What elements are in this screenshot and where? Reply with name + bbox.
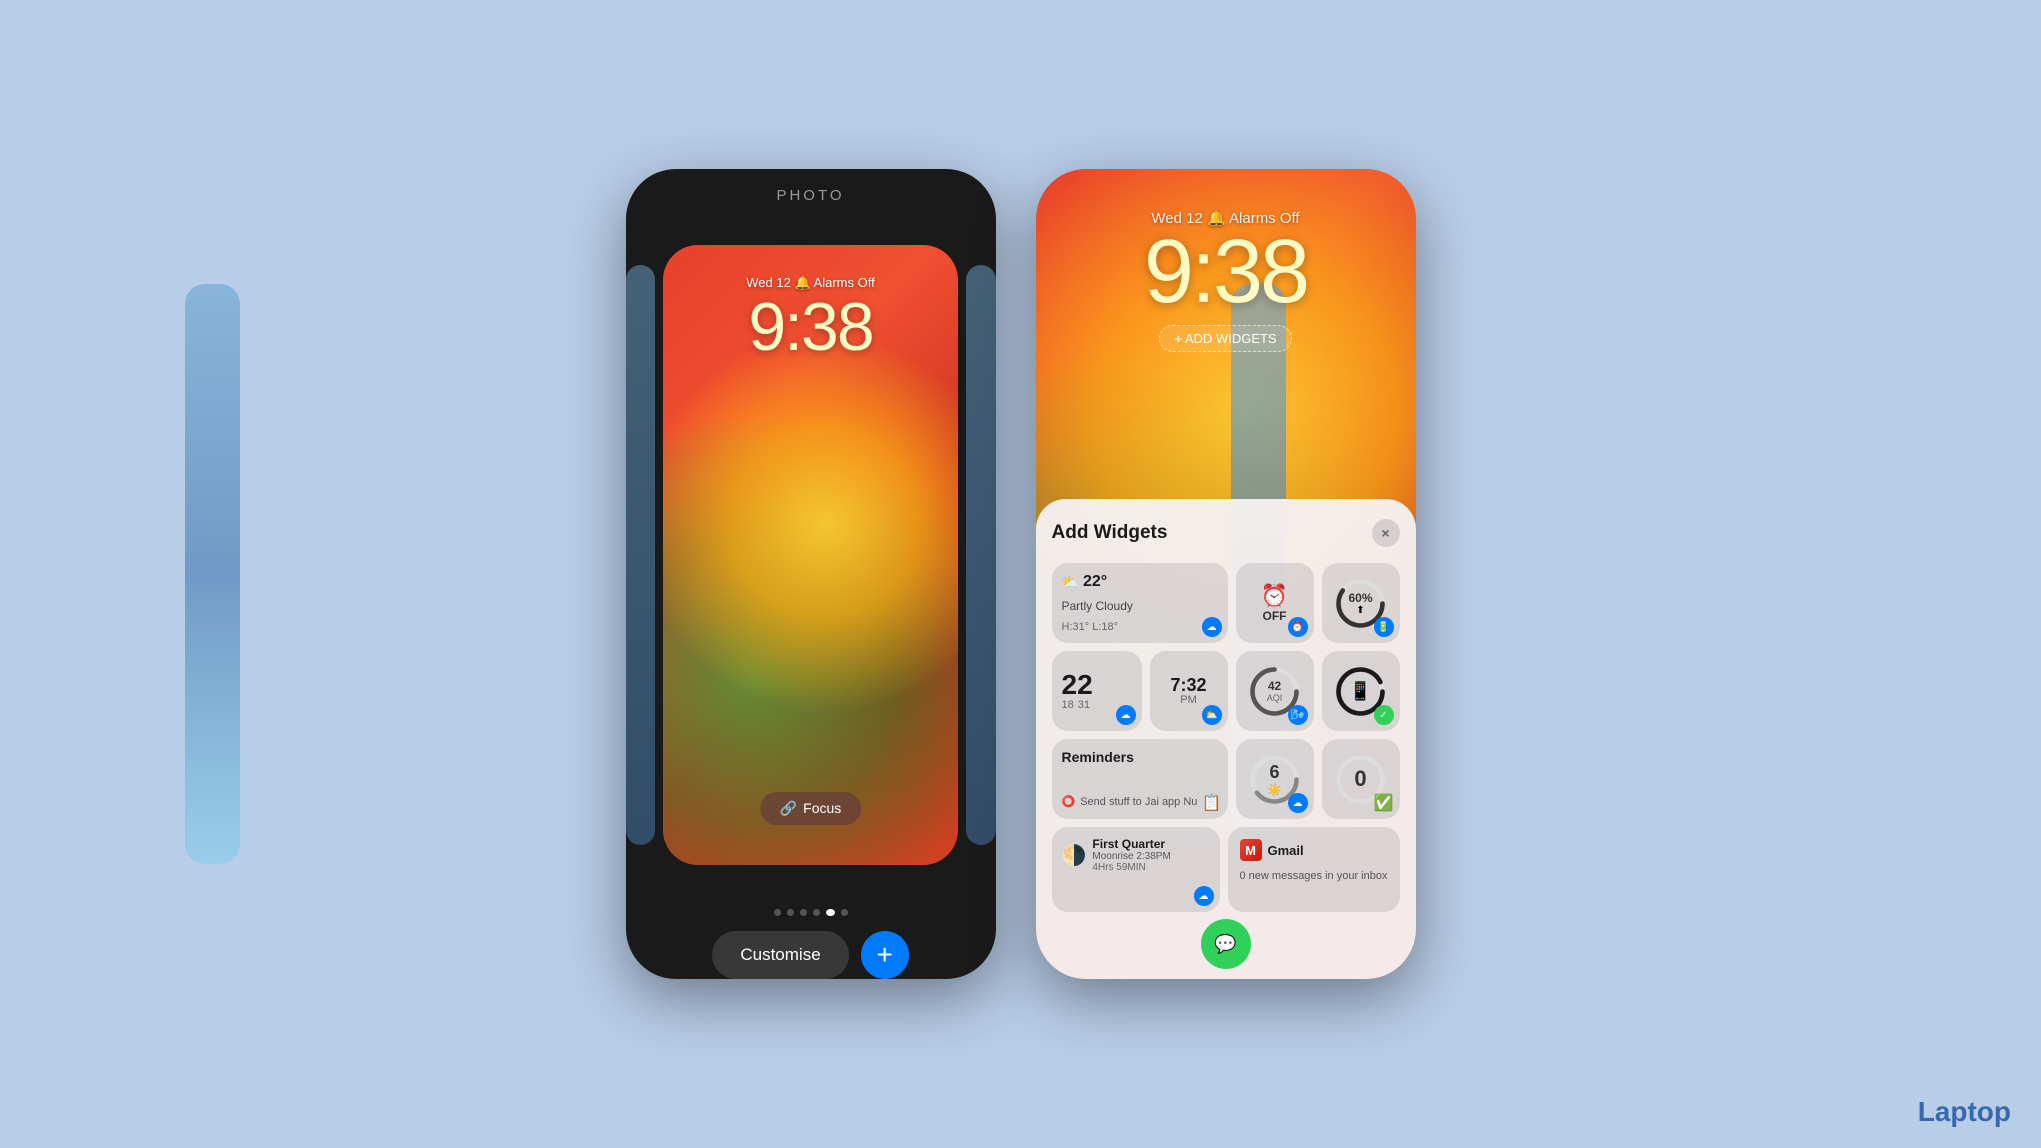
widget-panel-title: Add Widgets [1052,522,1168,544]
focus-icon: 🔗 [780,800,797,817]
bottom-bar: Customise + [712,931,908,979]
time-value: 7:32 [1170,676,1206,694]
widget-row-2: 22 18 31 ☁ 7:32 PM ⛅ [1052,651,1400,731]
weather-condition: Partly Cloudy [1062,599,1218,613]
reminder-text: Send stuff to Jai app Nu [1080,795,1197,809]
page-dots [774,909,848,916]
prev-phone-peek [626,265,656,845]
alarm-widget[interactable]: ⏰ OFF ⏰ [1236,563,1314,643]
sun-value-container: 6 ☀️ [1267,762,1282,797]
aqi-badge: 🌬 [1288,705,1308,725]
weather-badge: ☁ [1202,617,1222,637]
add-widgets-btn[interactable]: + ADD WIDGETS [1159,325,1291,352]
battery-widget[interactable]: 60% ⬆ 🔋 [1322,563,1400,643]
widget-row-4: 🌗 First Quarter Moonrise 2:38PM 4Hrs 59M… [1052,827,1400,912]
bottom-green-button[interactable]: 💬 [1201,919,1251,969]
battery-percent: 60% [1348,591,1372,605]
alarm-badge: ⏰ [1288,617,1308,637]
right-lock-content: Wed 12 🔔 Alarms Off 9:38 + ADD WIDGETS [1036,169,1416,352]
moon-rise: Moonrise 2:38PM [1092,851,1170,862]
bottom-button-icon: 💬 [1214,934,1236,955]
main-container: PHOTO Wed 12 🔔 Alarms Off 9:38 🔗 Focus [0,0,2041,1148]
close-button[interactable]: × [1372,519,1400,547]
widget-row-3: Reminders ⭕ Send stuff to Jai app Nu 📋 6 [1052,739,1400,819]
dot-3 [800,909,807,916]
gmail-subtitle: 0 new messages in your inbox [1240,869,1388,883]
aqi-label: AQI [1267,693,1283,703]
moon-phase: First Quarter [1092,837,1170,851]
photo-label: PHOTO [776,187,844,204]
gmail-widget[interactable]: M Gmail 0 new messages in your inbox [1228,827,1400,912]
moon-badge: ☁ [1194,886,1214,906]
reminder-circle-icon: ⭕ [1062,795,1076,808]
sun-widget[interactable]: 6 ☀️ ☁ [1236,739,1314,819]
dot-6 [841,909,848,916]
moon-widget[interactable]: 🌗 First Quarter Moonrise 2:38PM 4Hrs 59M… [1052,827,1220,912]
weather-temp: 22° [1083,573,1107,591]
laptop-watermark: Laptop [1918,1096,2011,1128]
reminders-title: Reminders [1062,749,1218,765]
aqi-value-container: 42 AQI [1267,679,1283,703]
widget-row-1: ⛅ 22° Partly Cloudy H:31° L:18° ☁ ⏰ OFF … [1052,563,1400,643]
tasks-value: 0 [1354,766,1366,791]
time-badge: ⛅ [1202,705,1222,725]
battery-value-container: 60% ⬆ [1348,591,1372,616]
gmail-icon: M [1240,839,1262,861]
gmail-header: M Gmail [1240,839,1388,861]
moon-header: 🌗 First Quarter Moonrise 2:38PM 4Hrs 59M… [1062,837,1210,873]
widget-panel: Add Widgets × ⛅ 22° Partly Cloudy H:31° … [1036,499,1416,979]
dot-4 [813,909,820,916]
battery-badge: 🔋 [1374,617,1394,637]
dot-2 [787,909,794,916]
sun-icon: ☀️ [1267,783,1282,797]
weather-widget[interactable]: ⛅ 22° Partly Cloudy H:31° L:18° ☁ [1052,563,1228,643]
left-partial-phone [185,284,240,864]
temp-low: 18 [1062,699,1074,711]
tasks-badge: ✅ [1374,793,1394,813]
next-phone-peek [966,265,996,845]
weather-highlow: H:31° L:18° [1062,621,1218,633]
reminders-badge: 📋 [1202,793,1222,813]
moon-icon: 🌗 [1062,843,1087,868]
plus-button[interactable]: + [861,931,909,979]
phone-badge: ✓ [1374,705,1394,725]
reminders-widget[interactable]: Reminders ⭕ Send stuff to Jai app Nu 📋 [1052,739,1228,819]
time-widget[interactable]: 7:32 PM ⛅ [1150,651,1228,731]
moon-time-away: 4Hrs 59MIN [1092,862,1170,873]
alarm-icon: ⏰ [1261,583,1288,609]
focus-label: Focus [803,800,841,816]
time-period: PM [1180,694,1197,706]
customise-button[interactable]: Customise [712,931,848,979]
dot-5-active [826,909,835,916]
aqi-value: 42 [1268,679,1281,693]
battery-arrow: ⬆ [1356,605,1364,616]
alarm-label: OFF [1263,609,1287,623]
temp-badge: ☁ [1116,705,1136,725]
sun-badge: ☁ [1288,793,1308,813]
left-phone-screen: Wed 12 🔔 Alarms Off 9:38 🔗 Focus [663,245,958,865]
left-lock-content: Wed 12 🔔 Alarms Off 9:38 [663,245,958,361]
tasks-value-container: 0 [1354,766,1366,792]
focus-pill[interactable]: 🔗 Focus [760,792,862,825]
left-time: 9:38 [663,293,958,361]
phone-small-widget[interactable]: 📱 ✓ [1322,651,1400,731]
sun-value: 6 [1269,762,1279,783]
dot-1 [774,909,781,916]
aqi-widget[interactable]: 42 AQI 🌬 [1236,651,1314,731]
temp-main: 22 [1062,671,1132,699]
right-time: 9:38 [1036,227,1416,317]
right-phone: Wed 12 🔔 Alarms Off 9:38 + ADD WIDGETS A… [1036,169,1416,979]
temp-num-widget[interactable]: 22 18 31 ☁ [1052,651,1142,731]
temp-high: 31 [1078,699,1090,711]
gmail-title: Gmail [1268,843,1304,858]
widget-panel-header: Add Widgets × [1052,519,1400,547]
weather-icon: ⛅ [1062,574,1079,591]
phone-icon-center: 📱 [1349,681,1371,702]
left-phone: PHOTO Wed 12 🔔 Alarms Off 9:38 🔗 Focus [626,169,996,979]
tasks-widget[interactable]: 0 ✅ [1322,739,1400,819]
